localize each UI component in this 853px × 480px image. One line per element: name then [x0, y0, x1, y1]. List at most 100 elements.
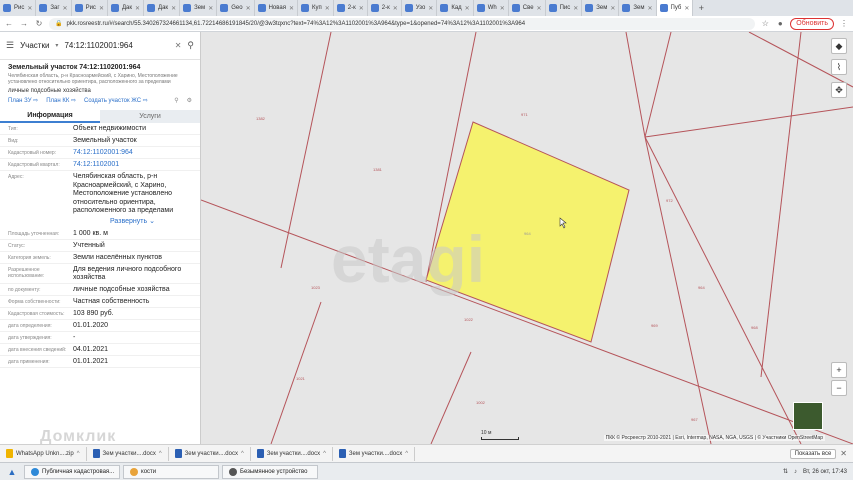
browser-tab[interactable]: Зем ✕ — [180, 0, 218, 16]
update-browser-button[interactable]: Обновить — [790, 17, 834, 30]
chevron-up-icon[interactable]: ^ — [323, 451, 326, 457]
close-icon[interactable]: ✕ — [175, 41, 182, 50]
forward-icon[interactable]: → — [19, 18, 29, 30]
download-item[interactable]: Зем участки....docx ^ — [87, 446, 169, 461]
taskbar-item[interactable]: кости — [123, 464, 219, 479]
browser-tab[interactable]: Зем ✕ — [619, 0, 657, 16]
browser-tab[interactable]: Рис ✕ — [0, 0, 37, 16]
browser-tab-active[interactable]: Пуб ✕ — [656, 0, 694, 16]
minimap[interactable] — [793, 402, 823, 430]
browser-tab[interactable]: Дак ✕ — [144, 0, 181, 16]
browser-tab[interactable]: 2-к ✕ — [368, 0, 402, 16]
start-menu-icon[interactable]: ▲ — [4, 465, 20, 479]
chevron-down-icon[interactable]: ▾ — [55, 42, 58, 49]
close-icon[interactable]: ✕ — [135, 5, 140, 12]
network-icon[interactable]: ⇅ — [783, 468, 788, 475]
zoom-in-button[interactable]: + — [831, 362, 847, 378]
docx-file-icon — [256, 449, 264, 458]
close-icon[interactable]: ✕ — [573, 5, 578, 12]
tab-favicon-icon — [548, 4, 557, 12]
object-address: Челябинская область, р-н Красноармейский… — [8, 73, 178, 85]
download-item[interactable]: WhatsApp Unkn....zip ^ — [0, 446, 87, 461]
search-input[interactable]: 74:12:1102001:964 — [64, 41, 168, 50]
taskbar-item[interactable]: Безымянное устройство — [222, 464, 318, 479]
browser-tab[interactable]: Wh ✕ — [474, 0, 509, 16]
parcel-map[interactable]: 1382 971 1381 964 1023 1022 1021 1002 97… — [201, 32, 853, 444]
reload-icon[interactable]: ↻ — [34, 18, 44, 30]
browser-tab[interactable]: Дак ✕ — [108, 0, 145, 16]
map-attribution: ПКК © Росреестр 2010-2021 | Esri, Interm… — [603, 435, 825, 441]
attribute-row: Разрешенное использование: Для ведения ли… — [0, 264, 200, 284]
show-all-downloads-button[interactable]: Показать все — [789, 448, 837, 459]
zoom-icon[interactable]: ⚲ — [174, 97, 178, 104]
close-icon[interactable]: ✕ — [610, 5, 615, 12]
volume-icon[interactable]: ♪ — [794, 469, 797, 475]
browser-tab[interactable]: Кад ✕ — [437, 0, 474, 16]
browser-tab[interactable]: Geo ✕ — [217, 0, 255, 16]
download-item[interactable]: Зем участки....docx ^ — [169, 446, 251, 461]
search-icon[interactable]: ⚲ — [187, 40, 194, 51]
close-icon[interactable]: ✕ — [428, 5, 433, 12]
browser-tab[interactable]: Новая ✕ — [255, 0, 299, 16]
browser-tab[interactable]: Све ✕ — [509, 0, 546, 16]
close-icon[interactable]: ✕ — [465, 5, 470, 12]
chevron-up-icon[interactable]: ^ — [77, 451, 80, 457]
close-icon[interactable]: ✕ — [171, 5, 176, 12]
settings-icon[interactable]: ⚙ — [187, 97, 192, 104]
tab-info[interactable]: Информация — [0, 110, 100, 123]
browser-tab[interactable]: Заг ✕ — [36, 0, 72, 16]
browser-tab[interactable]: Куп ✕ — [298, 0, 334, 16]
close-icon[interactable]: ✕ — [840, 449, 847, 458]
star-icon[interactable]: ☆ — [760, 18, 770, 30]
url-input[interactable]: 🔒 pkk.rosreestr.ru/#/search/55.3402673246… — [49, 17, 756, 30]
parcel-label: 1022 — [464, 317, 474, 322]
back-icon[interactable]: ← — [4, 18, 14, 30]
browser-tab[interactable]: Зем ✕ — [582, 0, 620, 16]
tab-services[interactable]: Услуги — [100, 110, 200, 123]
close-icon[interactable]: ✕ — [359, 5, 364, 12]
lock-icon: 🔒 — [55, 21, 63, 27]
layer-select[interactable]: Участки — [20, 41, 49, 50]
download-item[interactable]: Зем участки....docx ^ — [251, 446, 333, 461]
download-item[interactable]: Зем участки....docx ^ — [333, 446, 416, 461]
close-icon[interactable]: ✕ — [325, 5, 330, 12]
profile-icon[interactable]: ● — [775, 18, 785, 30]
close-icon[interactable]: ✕ — [63, 5, 68, 12]
chevron-up-icon[interactable]: ^ — [405, 451, 408, 457]
create-zs-link[interactable]: Создать участок ЖС ⇨ — [84, 97, 148, 104]
expand-button[interactable]: Развернуть ⌄ — [0, 216, 200, 228]
tab-favicon-icon — [74, 4, 83, 12]
browser-tab[interactable]: Рис ✕ — [72, 0, 108, 16]
close-icon[interactable]: ✕ — [246, 5, 251, 12]
locate-icon[interactable]: ✥ — [831, 82, 847, 98]
chevron-up-icon[interactable]: ^ — [159, 451, 162, 457]
close-icon[interactable]: ✕ — [537, 5, 542, 12]
boundary-line — [430, 351, 472, 444]
close-icon[interactable]: ✕ — [208, 5, 213, 12]
cadastral-number-link[interactable]: 74:12:1102001:964 — [73, 147, 192, 158]
chevron-up-icon[interactable]: ^ — [241, 451, 244, 457]
close-icon[interactable]: ✕ — [289, 5, 294, 12]
close-icon[interactable]: ✕ — [27, 5, 32, 12]
close-icon[interactable]: ✕ — [684, 5, 689, 12]
taskbar-item[interactable]: Публичная кадастровая... — [24, 464, 120, 479]
browser-tab[interactable]: Пис ✕ — [546, 0, 583, 16]
new-tab-button[interactable]: + — [693, 0, 709, 16]
zoom-out-button[interactable]: − — [831, 380, 847, 396]
attribute-row: Кадастровая стоимость: 103 890 руб. — [0, 308, 200, 320]
map-canvas[interactable]: 1382 971 1381 964 1023 1022 1021 1002 97… — [201, 32, 853, 444]
menu-icon[interactable]: ⋮ — [839, 18, 849, 30]
plan-zu-link[interactable]: План ЗУ ⇨ — [8, 97, 38, 104]
cadastral-quarter-link[interactable]: 74:12:1102001 — [73, 159, 192, 170]
measure-icon[interactable]: ⌇ — [831, 59, 847, 75]
close-icon[interactable]: ✕ — [647, 5, 652, 12]
browser-tab[interactable]: Узо ✕ — [402, 0, 438, 16]
close-icon[interactable]: ✕ — [500, 5, 505, 12]
browser-tab[interactable]: 2-к ✕ — [334, 0, 368, 16]
close-icon[interactable]: ✕ — [393, 5, 398, 12]
clock[interactable]: Вт, 26 окт, 17:43 — [803, 469, 847, 475]
menu-icon[interactable]: ☰ — [6, 40, 14, 51]
close-icon[interactable]: ✕ — [99, 5, 104, 12]
plan-kk-link[interactable]: План КК ⇨ — [46, 97, 76, 104]
layers-icon[interactable]: ◆ — [831, 38, 847, 54]
